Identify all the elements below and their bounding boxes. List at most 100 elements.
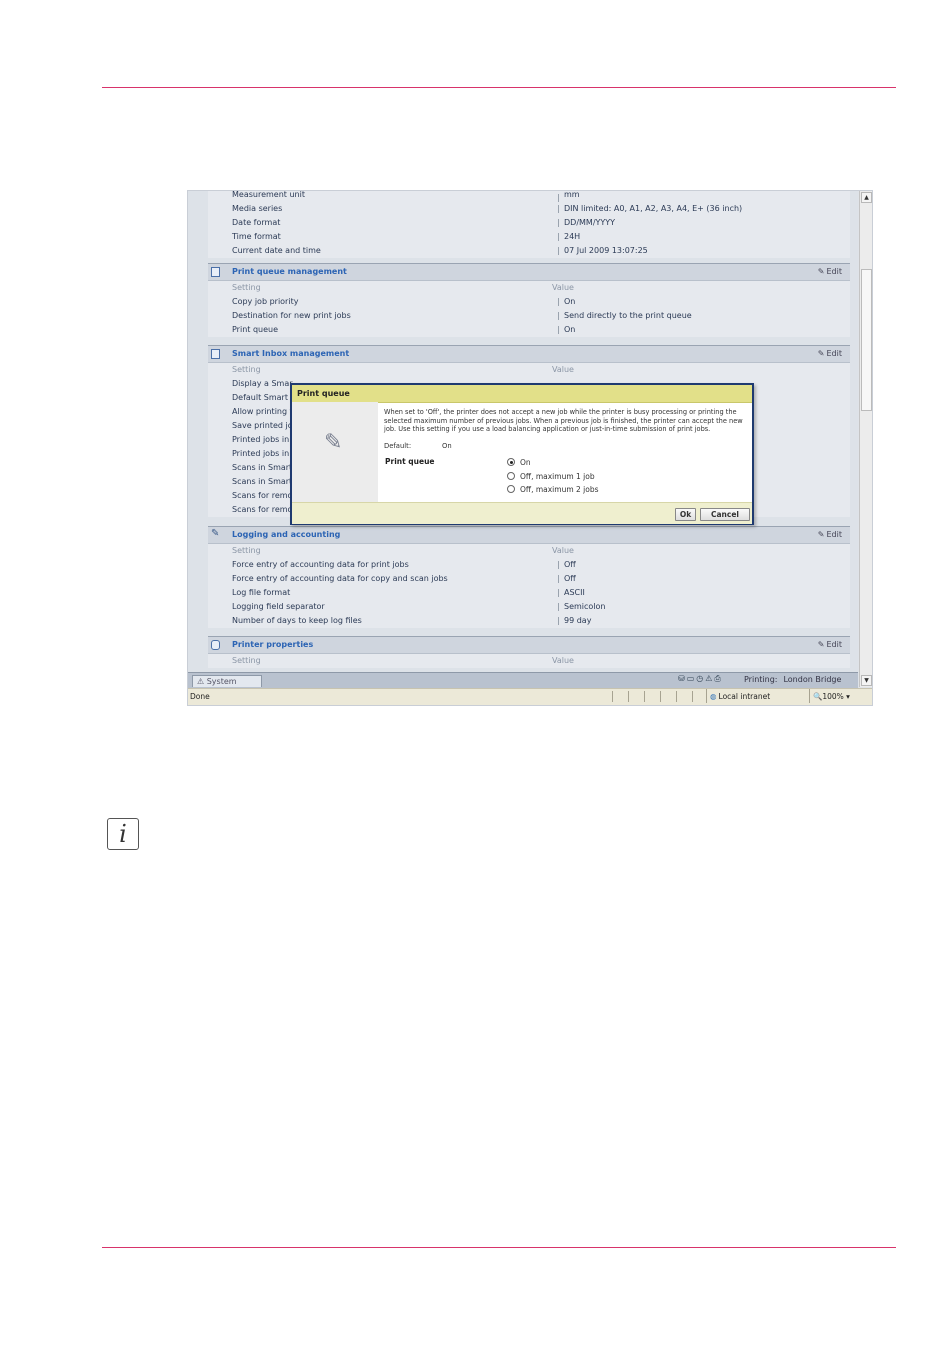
setting-value: Send directly to the print queue xyxy=(540,309,692,323)
ok-button[interactable]: Ok xyxy=(675,508,696,521)
status-segment xyxy=(644,691,659,702)
print-queue-dialog: Print queue ✎ When set to 'Off', the pri… xyxy=(290,383,754,525)
column-header-setting: Setting xyxy=(232,283,261,292)
setting-value: Off xyxy=(540,558,576,572)
setting-label: Copy job priority xyxy=(232,297,299,306)
edit-button[interactable]: ✎ Edit xyxy=(818,264,842,280)
radio-icon[interactable] xyxy=(507,471,515,480)
column-header-row: Setting Value xyxy=(208,654,850,668)
settings-screenshot: Measurement unit mm Media series DIN lim… xyxy=(187,190,873,706)
setting-value: On xyxy=(540,295,575,309)
status-segment xyxy=(676,691,691,702)
print-queue-panel: Print queue management ✎ Edit Setting Val… xyxy=(208,263,850,337)
radio-option-off-1[interactable]: Off, maximum 1 job xyxy=(507,471,599,485)
section-title: Logging and accounting xyxy=(232,530,341,539)
section-header-logging: ✎ Logging and accounting ✎ Edit xyxy=(208,526,850,544)
pencil-icon: ✎ xyxy=(324,430,343,455)
cancel-button[interactable]: Cancel xyxy=(700,508,750,521)
warning-icon: ⚠ xyxy=(197,677,205,686)
settings-content: Measurement unit mm Media series DIN lim… xyxy=(188,191,858,672)
scroll-thumb[interactable] xyxy=(861,269,872,411)
setting-label: Force entry of accounting data for copy … xyxy=(232,574,448,583)
setting-row: Copy job priority On xyxy=(208,295,850,309)
radio-icon[interactable] xyxy=(507,485,515,493)
section-title: Print queue management xyxy=(232,267,347,276)
section-header-smart-inbox: Smart Inbox management ✎ Edit xyxy=(208,345,850,363)
setting-row: Media series DIN limited: A0, A1, A2, A3… xyxy=(208,202,850,216)
radio-option-off-2[interactable]: Off, maximum 2 jobs xyxy=(507,484,599,498)
zoom-value: 100% xyxy=(822,692,844,701)
section-title: Smart Inbox management xyxy=(232,349,350,358)
pencil-icon: ✎ xyxy=(817,267,825,276)
setting-label: Scans for remo xyxy=(232,505,293,514)
setting-label: Printed jobs in xyxy=(232,449,290,458)
setting-value: Off xyxy=(540,572,576,586)
header-rule xyxy=(102,87,896,88)
info-note-icon: i xyxy=(107,818,139,850)
printing-value: London Bridge xyxy=(783,675,842,684)
edit-button[interactable]: ✎ Edit xyxy=(818,346,842,362)
pencil-icon: ✎ xyxy=(817,530,825,539)
printer-properties-panel: Printer properties ✎ Edit Setting Value xyxy=(208,636,850,668)
setting-row: Measurement unit mm xyxy=(208,191,850,202)
document-icon xyxy=(211,267,220,277)
setting-label: Log file format xyxy=(232,588,291,597)
tab-label: System xyxy=(206,677,237,686)
setting-label: Save printed jo xyxy=(232,421,293,430)
column-header-setting: Setting xyxy=(232,546,261,555)
scroll-up-button[interactable]: ▲ xyxy=(861,192,872,203)
setting-label: Destination for new print jobs xyxy=(232,311,351,320)
column-header-setting: Setting xyxy=(232,365,261,374)
tab-system[interactable]: ⚠ System xyxy=(192,675,262,687)
section-title: Printer properties xyxy=(232,640,314,649)
edit-button[interactable]: ✎ Edit xyxy=(818,527,842,543)
setting-label: Current date and time xyxy=(232,246,321,255)
dialog-default: Default: On xyxy=(384,442,452,450)
browser-status-bar: Done ◍ Local intranet 🔍100% ▾ xyxy=(188,688,872,705)
section-header-printer-properties: Printer properties ✎ Edit xyxy=(208,636,850,654)
document-icon xyxy=(211,349,220,359)
printing-label: Printing: xyxy=(744,675,778,684)
zoom-icon: 🔍 xyxy=(813,692,823,701)
setting-label: Measurement unit xyxy=(232,190,305,199)
setting-row: Current date and time 07 Jul 2009 13:07:… xyxy=(208,244,850,258)
radio-option-on[interactable]: On xyxy=(507,457,599,471)
radio-selected-icon[interactable] xyxy=(507,458,515,466)
zoom-control[interactable]: 🔍100% ▾ xyxy=(809,689,872,703)
dialog-title: Print queue xyxy=(292,385,752,403)
setting-label: Printed jobs in xyxy=(232,435,290,444)
column-header-setting: Setting xyxy=(232,656,261,665)
setting-label: Allow printing f xyxy=(232,407,293,416)
setting-value: Semicolon xyxy=(540,600,606,614)
column-header-value: Value xyxy=(552,656,574,665)
status-segment xyxy=(612,691,627,702)
section-header-print-queue: Print queue management ✎ Edit xyxy=(208,263,850,281)
setting-label: Scans for remo xyxy=(232,491,293,500)
pencil-icon: ✎ xyxy=(817,640,825,649)
footer-rule xyxy=(102,1247,896,1248)
setting-value: 99 day xyxy=(540,614,591,628)
status-segment xyxy=(628,691,643,702)
setting-value: DIN limited: A0, A1, A2, A3, A4, E+ (36 … xyxy=(540,202,742,216)
default-label: Default: xyxy=(384,442,412,450)
general-panel: Measurement unit mm Media series DIN lim… xyxy=(208,191,850,258)
setting-value: 07 Jul 2009 13:07:25 xyxy=(540,244,648,258)
dialog-footer: Ok Cancel xyxy=(292,502,752,524)
setting-row: Force entry of accounting data for copy … xyxy=(208,572,850,586)
print-queue-radio-group: On Off, maximum 1 job Off, maximum 2 job… xyxy=(507,457,599,498)
radio-label: Off, maximum 1 job xyxy=(520,471,595,481)
setting-label: Default Smart I xyxy=(232,393,293,402)
column-header-value: Value xyxy=(552,365,574,374)
edit-label: Edit xyxy=(826,530,843,539)
edit-label: Edit xyxy=(826,640,843,649)
edit-button[interactable]: ✎ Edit xyxy=(818,637,842,653)
globe-icon: ◍ xyxy=(710,692,717,701)
setting-row: Date format DD/MM/YYYY xyxy=(208,216,850,230)
scroll-down-button[interactable]: ▼ xyxy=(861,675,872,686)
vertical-scrollbar[interactable]: ▲ ▼ xyxy=(859,191,872,687)
status-text: Done xyxy=(190,692,210,701)
dialog-description: When set to 'Off', the printer does not … xyxy=(384,408,743,434)
edit-label: Edit xyxy=(826,349,843,358)
radio-label: On xyxy=(520,458,531,467)
setting-value: On xyxy=(540,323,575,337)
